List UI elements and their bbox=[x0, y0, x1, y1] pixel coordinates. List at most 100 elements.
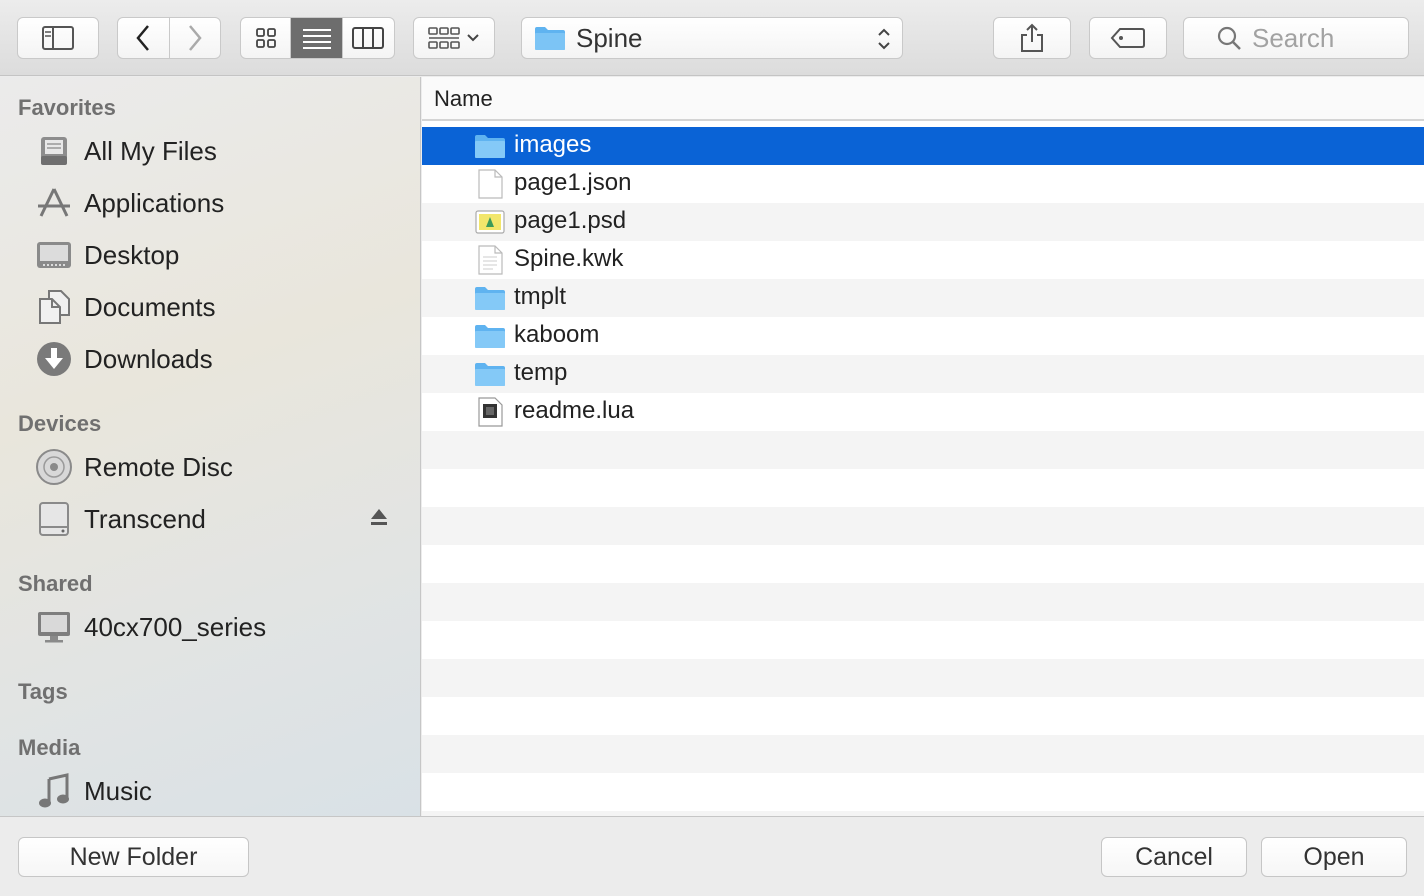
file-name: page1.psd bbox=[514, 207, 627, 234]
sidebar-item-label: Documents bbox=[84, 291, 216, 322]
eject-icon[interactable] bbox=[370, 507, 388, 532]
file-name: readme.lua bbox=[514, 397, 635, 424]
folder-icon bbox=[535, 27, 565, 50]
empty-row bbox=[422, 659, 1424, 697]
section-devices: Devices bbox=[18, 411, 102, 436]
view-mode-segmented bbox=[240, 17, 395, 59]
sidebar-item-label: Transcend bbox=[84, 503, 206, 534]
search-field[interactable]: Search bbox=[1183, 17, 1409, 59]
file-row-readme-lua[interactable]: readme.lua bbox=[422, 393, 1424, 431]
folder-icon bbox=[474, 284, 506, 312]
file-row-spine-kwk[interactable]: Spine.kwk bbox=[422, 241, 1424, 279]
blank-file-icon bbox=[474, 169, 506, 199]
text-file-icon bbox=[474, 245, 506, 275]
drive-icon bbox=[34, 501, 74, 537]
sidebar-item-all-my-files[interactable]: All My Files bbox=[0, 129, 420, 173]
empty-row bbox=[422, 507, 1424, 545]
open-button[interactable]: Open bbox=[1261, 837, 1407, 877]
chevron-right-icon bbox=[188, 25, 202, 51]
folder-icon bbox=[474, 322, 506, 350]
disc-icon bbox=[34, 449, 74, 485]
file-name: page1.json bbox=[514, 169, 632, 196]
empty-row bbox=[422, 545, 1424, 583]
toolbar: Spine Search bbox=[0, 0, 1424, 76]
sidebar-item-downloads[interactable]: Downloads bbox=[0, 337, 420, 381]
image-file-icon bbox=[474, 208, 506, 236]
section-tags: Tags bbox=[18, 679, 68, 704]
empty-row bbox=[422, 773, 1424, 811]
sidebar-item-label: Desktop bbox=[84, 239, 180, 270]
sidebar-item-transcend[interactable]: Transcend bbox=[0, 497, 420, 541]
sidebar-item-remote-disc[interactable]: Remote Disc bbox=[0, 445, 420, 489]
arrange-button[interactable] bbox=[413, 17, 495, 59]
sidebar-item-40cx700-series[interactable]: 40cx700_series bbox=[0, 605, 420, 649]
file-rows: images page1.json page1.psd Spine.kwk tm… bbox=[422, 127, 1424, 816]
list-header: Name bbox=[422, 77, 1424, 121]
desktop-icon bbox=[34, 237, 74, 273]
music-icon bbox=[34, 773, 74, 809]
location-popup[interactable]: Spine bbox=[521, 17, 903, 59]
nav-buttons bbox=[117, 17, 221, 59]
file-name: images bbox=[514, 131, 592, 158]
sidebar-item-label: Remote Disc bbox=[84, 451, 233, 482]
section-media: Media bbox=[18, 735, 81, 760]
chevron-left-icon bbox=[136, 25, 150, 51]
up-down-arrows-icon bbox=[878, 28, 890, 50]
cancel-button[interactable]: Cancel bbox=[1101, 837, 1247, 877]
empty-row bbox=[422, 735, 1424, 773]
column-header-name[interactable]: Name bbox=[434, 86, 493, 112]
sidebar: Favorites All My Files Applications Desk… bbox=[0, 77, 421, 816]
sidebar-item-label: Music bbox=[84, 775, 152, 806]
file-name: Spine.kwk bbox=[514, 245, 624, 272]
file-name: tmplt bbox=[514, 283, 567, 310]
file-row-page1-psd[interactable]: page1.psd bbox=[422, 203, 1424, 241]
search-placeholder: Search bbox=[1252, 22, 1335, 53]
section-favorites: Favorites bbox=[18, 95, 116, 120]
chevron-down-icon bbox=[467, 34, 479, 42]
forward-button[interactable] bbox=[170, 18, 221, 58]
search-icon bbox=[1217, 26, 1241, 50]
sidebar-item-desktop[interactable]: Desktop bbox=[0, 233, 420, 277]
folder-icon bbox=[474, 360, 506, 388]
empty-row bbox=[422, 469, 1424, 507]
tag-button[interactable] bbox=[1089, 17, 1167, 59]
empty-row bbox=[422, 583, 1424, 621]
empty-row bbox=[422, 697, 1424, 735]
file-row-page1-json[interactable]: page1.json bbox=[422, 165, 1424, 203]
arrange-icon bbox=[428, 27, 460, 49]
file-row-temp[interactable]: temp bbox=[422, 355, 1424, 393]
tag-icon bbox=[1110, 28, 1145, 48]
sidebar-item-label: Downloads bbox=[84, 343, 213, 374]
empty-row bbox=[422, 431, 1424, 469]
share-button[interactable] bbox=[993, 17, 1071, 59]
file-row-kaboom[interactable]: kaboom bbox=[422, 317, 1424, 355]
file-row-tmplt[interactable]: tmplt bbox=[422, 279, 1424, 317]
lua-file-icon bbox=[474, 397, 506, 427]
folder-icon bbox=[474, 132, 506, 160]
sidebar-item-documents[interactable]: Documents bbox=[0, 285, 420, 329]
sidebar-item-applications[interactable]: Applications bbox=[0, 181, 420, 225]
icon-view-button[interactable] bbox=[241, 18, 292, 58]
sidebar-item-music[interactable]: Music bbox=[0, 769, 420, 813]
file-row-images[interactable]: images bbox=[422, 127, 1424, 165]
file-name: kaboom bbox=[514, 321, 600, 348]
sidebar-item-label: Applications bbox=[84, 187, 225, 218]
list-view-button[interactable] bbox=[291, 18, 343, 58]
location-label: Spine bbox=[576, 22, 643, 53]
new-folder-button[interactable]: New Folder bbox=[18, 837, 249, 877]
documents-icon bbox=[34, 289, 74, 325]
applications-icon bbox=[34, 185, 74, 221]
file-name: temp bbox=[514, 359, 568, 386]
columns-icon bbox=[352, 27, 385, 49]
back-button[interactable] bbox=[118, 18, 170, 58]
sidebar-item-label: 40cx700_series bbox=[84, 611, 267, 642]
sidebar-item-label: All My Files bbox=[84, 135, 217, 166]
column-view-button[interactable] bbox=[343, 18, 394, 58]
monitor-icon bbox=[34, 609, 74, 645]
section-shared: Shared bbox=[18, 571, 93, 596]
all-files-icon bbox=[34, 133, 74, 169]
empty-row bbox=[422, 621, 1424, 659]
dialog-footer: New Folder Cancel Open bbox=[0, 816, 1424, 896]
sidebar-toggle-button[interactable] bbox=[17, 17, 99, 59]
share-icon bbox=[1021, 23, 1043, 52]
